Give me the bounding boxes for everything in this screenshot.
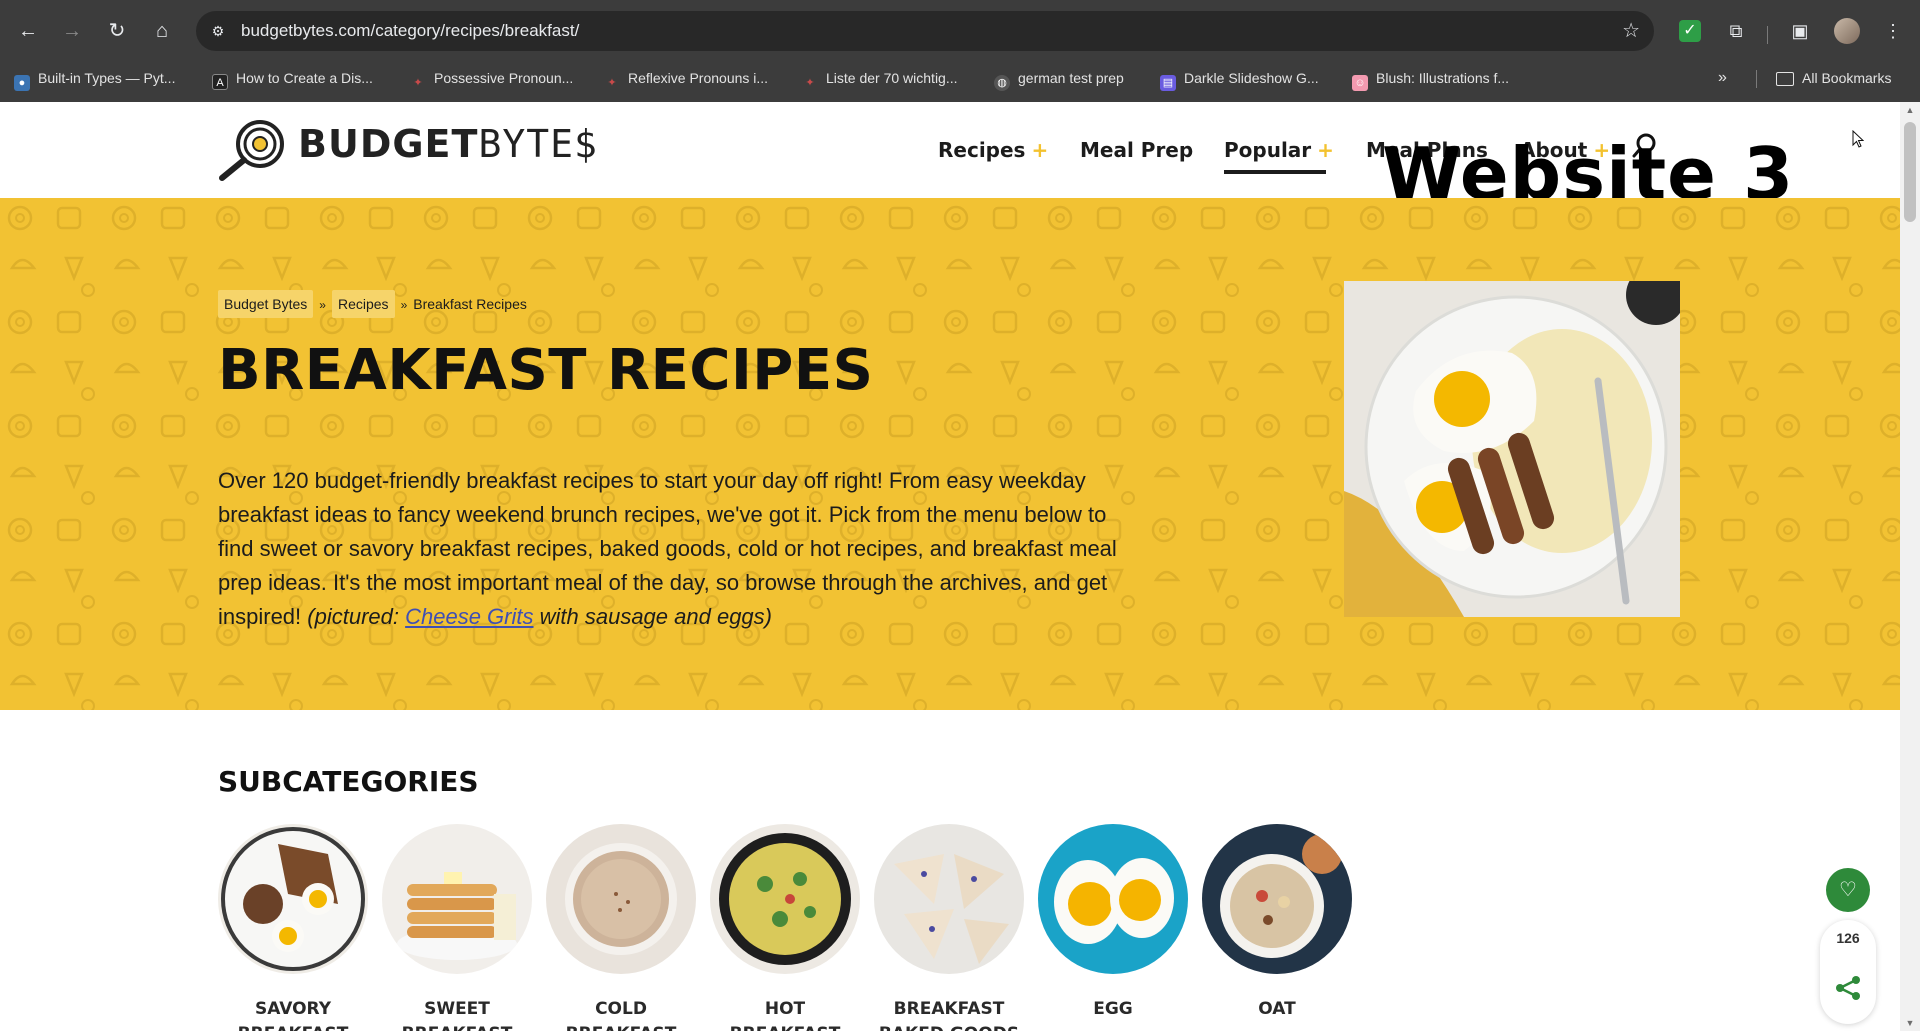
subcategory-label: HOT BREAKFAST bbox=[730, 999, 841, 1031]
bookmark-item[interactable]: ▤ Darkle Slideshow G... bbox=[1160, 67, 1319, 91]
subcategory-thumbnail bbox=[1202, 824, 1352, 974]
toolbar-divider bbox=[1767, 26, 1768, 44]
subcategory-egg[interactable]: EGG bbox=[1038, 824, 1188, 1022]
subcategory-label: EGG bbox=[1093, 999, 1133, 1019]
subcategory-thumbnail bbox=[1038, 824, 1188, 974]
profile-avatar[interactable] bbox=[1834, 18, 1860, 44]
fluentu-icon: ✦ bbox=[805, 77, 815, 89]
hero-breakfast-photo bbox=[1344, 281, 1680, 617]
python-icon: ● bbox=[14, 75, 30, 91]
checkmark-extension-icon[interactable]: ✓ bbox=[1679, 20, 1701, 42]
site-logo[interactable]: BUDGETBYTE$ bbox=[298, 122, 598, 166]
subcategory-label: COLD BREAKFAST bbox=[566, 999, 677, 1031]
side-panel-icon[interactable]: ▣ bbox=[1787, 18, 1813, 44]
subcategory-cold-breakfast[interactable]: COLD BREAKFAST bbox=[546, 824, 696, 1031]
globe-icon: ◍ bbox=[994, 75, 1010, 91]
subcategory-thumbnail bbox=[546, 824, 696, 974]
bookmark-item[interactable]: A How to Create a Dis... bbox=[212, 67, 373, 90]
favorite-heart-button[interactable]: ♡ bbox=[1826, 868, 1870, 912]
breadcrumb-recipes-link[interactable]: Recipes bbox=[331, 290, 395, 318]
subcategory-label: BREAKFAST BAKED GOODS bbox=[879, 999, 1019, 1031]
scroll-down-icon[interactable]: ▼ bbox=[1900, 1015, 1920, 1031]
fluentu-icon: ✦ bbox=[607, 77, 617, 89]
scrollbar-thumb[interactable] bbox=[1904, 122, 1916, 222]
reload-icon[interactable]: ↻ bbox=[101, 15, 133, 47]
breadcrumb-home-link[interactable]: Budget Bytes bbox=[218, 290, 314, 318]
share-icon[interactable] bbox=[1834, 974, 1862, 1002]
subcategories-list: SAVORY BREAKFAST SWEET BREAKFAST bbox=[218, 824, 1368, 1031]
site-info-icon[interactable]: ⚙ bbox=[208, 21, 228, 41]
bookmarks-bar: ● Built-in Types — Pyt... A How to Create … bbox=[0, 62, 1920, 94]
dev-icon: A bbox=[212, 74, 228, 90]
all-bookmarks-button[interactable]: All Bookmarks bbox=[1776, 67, 1891, 89]
forward-icon[interactable]: → bbox=[56, 15, 88, 47]
browser-toolbar: ← → ↻ ⌂ ⚙ budgetbytes.com/category/recip… bbox=[0, 8, 1920, 54]
subcategory-thumbnail bbox=[874, 824, 1024, 974]
extensions-puzzle-icon[interactable]: ⧉ bbox=[1723, 18, 1749, 44]
page-title: BREAKFAST RECIPES bbox=[218, 338, 874, 403]
subcategory-label: SAVORY BREAKFAST bbox=[238, 999, 349, 1031]
breadcrumb-separator: » bbox=[400, 298, 408, 312]
more-bookmarks-icon[interactable]: » bbox=[1718, 67, 1727, 89]
bookmark-item[interactable]: ● Built-in Types — Pyt... bbox=[14, 67, 175, 91]
subcategory-thumbnail bbox=[218, 824, 368, 974]
url-text[interactable]: budgetbytes.com/category/recipes/breakfa… bbox=[241, 21, 579, 41]
page-scrollbar[interactable]: ▲ ▼ bbox=[1900, 102, 1920, 1031]
hero-section: Budget Bytes » Recipes » Breakfast Recipes B… bbox=[0, 198, 1900, 710]
subcategory-hot-breakfast[interactable]: HOT BREAKFAST bbox=[710, 824, 860, 1031]
bookmark-star-icon[interactable]: ☆ bbox=[1622, 19, 1640, 43]
bookmark-item[interactable]: ◍ german test prep bbox=[994, 67, 1124, 91]
nav-meal-prep[interactable]: Meal Prep bbox=[1080, 136, 1193, 164]
mouse-cursor-icon bbox=[1852, 130, 1864, 148]
browser-chrome: ← → ↻ ⌂ ⚙ budgetbytes.com/category/recip… bbox=[0, 0, 1920, 102]
bookmarks-divider bbox=[1756, 70, 1757, 88]
subcategory-sweet-breakfast[interactable]: SWEET BREAKFAST bbox=[382, 824, 532, 1031]
subcategory-breakfast-baked-goods[interactable]: BREAKFAST BAKED GOODS bbox=[874, 824, 1024, 1031]
subcategory-savory-breakfast[interactable]: SAVORY BREAKFAST bbox=[218, 824, 368, 1031]
bookmark-item[interactable]: ✦ Liste der 70 wichtig... bbox=[802, 67, 957, 89]
share-widget: 126 bbox=[1820, 920, 1876, 1024]
address-bar[interactable]: ⚙ budgetbytes.com/category/recipes/break… bbox=[196, 11, 1654, 51]
scroll-up-icon[interactable]: ▲ bbox=[1900, 102, 1920, 118]
category-description: Over 120 budget-friendly breakfast recip… bbox=[218, 468, 1117, 629]
blush-icon: ☺ bbox=[1352, 75, 1368, 91]
subcategory-thumbnail bbox=[382, 824, 532, 974]
home-icon[interactable]: ⌂ bbox=[146, 15, 178, 47]
subcategories-heading: SUBCATEGORIES bbox=[218, 765, 479, 798]
site-header: BUDGETBYTE$ Recipes + Meal Prep Popular + … bbox=[0, 102, 1900, 212]
bookmark-item[interactable]: ☺ Blush: Illustrations f... bbox=[1352, 67, 1509, 91]
nav-recipes[interactable]: Recipes + bbox=[938, 136, 1048, 164]
subcategory-thumbnail bbox=[710, 824, 860, 974]
share-count: 126 bbox=[1836, 930, 1860, 946]
breadcrumb-current: Breakfast Recipes bbox=[413, 296, 527, 312]
more-menu-icon[interactable]: ⋮ bbox=[1880, 18, 1906, 44]
back-icon[interactable]: ← bbox=[12, 15, 44, 47]
bookmark-item[interactable]: ✦ Possessive Pronoun... bbox=[410, 67, 573, 89]
fluentu-icon: ✦ bbox=[413, 77, 423, 89]
subcategory-label: SWEET BREAKFAST bbox=[402, 999, 513, 1031]
logo-magnifier-icon[interactable] bbox=[218, 118, 290, 182]
folder-icon bbox=[1776, 72, 1794, 86]
webpage: BUDGETBYTE$ Recipes + Meal Prep Popular + … bbox=[0, 102, 1900, 1031]
nav-popular[interactable]: Popular + bbox=[1224, 136, 1334, 174]
bookmark-item[interactable]: ✦ Reflexive Pronouns i... bbox=[604, 67, 768, 89]
darkle-icon: ▤ bbox=[1160, 75, 1176, 91]
subcategory-oat[interactable]: OAT bbox=[1202, 824, 1352, 1022]
breadcrumb-separator: » bbox=[319, 298, 326, 312]
cheese-grits-link[interactable]: Cheese Grits bbox=[405, 604, 533, 629]
subcategory-label: OAT bbox=[1258, 999, 1296, 1019]
breadcrumb: Budget Bytes » Recipes » Breakfast Recipes bbox=[218, 290, 527, 318]
